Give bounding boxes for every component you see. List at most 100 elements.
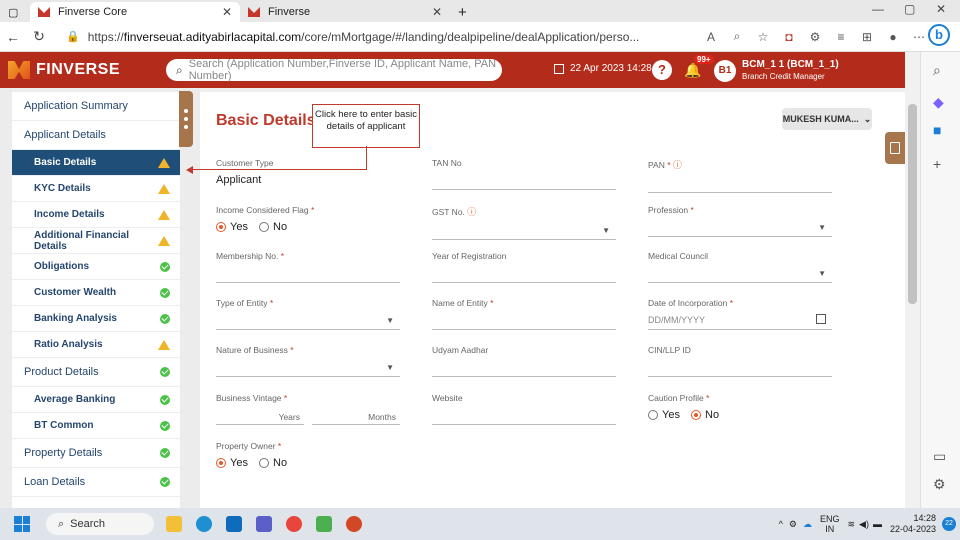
taskbar-search[interactable]: ⌕ Search <box>46 513 154 535</box>
caution-yes-radio[interactable]: Yes <box>648 409 680 421</box>
global-search-input[interactable]: ⌕ Search (Application Number,Finverse ID… <box>166 58 502 82</box>
outlook-icon[interactable] <box>226 516 242 532</box>
browser-tab-inactive[interactable]: Finverse ✕ <box>240 2 450 22</box>
url-field[interactable]: 🔒 https://finverseuat.adityabirlacapital… <box>58 26 698 48</box>
sidebar-item[interactable]: Average Banking <box>12 387 180 413</box>
document-panel-icon[interactable] <box>885 132 905 164</box>
volume-icon[interactable]: ◀) <box>859 519 869 530</box>
wifi-icon[interactable]: ≋ <box>847 519 855 530</box>
tray-chevron-icon[interactable]: ^ <box>779 519 783 529</box>
sidebar-item[interactable]: BT Common <box>12 413 180 439</box>
collapse-handle[interactable] <box>179 91 193 147</box>
required-mark: * <box>310 205 315 215</box>
refresh-icon[interactable]: ↻ <box>26 28 52 45</box>
tray-app-icon[interactable]: ⚙ <box>789 519 797 530</box>
bing-icon[interactable]: b <box>928 24 950 46</box>
calendar-icon[interactable] <box>816 314 826 324</box>
membership-no-input[interactable] <box>216 267 400 283</box>
vintage-years-input[interactable]: Years <box>216 409 304 425</box>
sidebar-item[interactable]: Property Details <box>12 439 180 468</box>
language-indicator[interactable]: ENG IN <box>820 514 840 534</box>
edge-shopping-icon[interactable]: ◆ <box>933 94 944 111</box>
name-entity-input[interactable] <box>432 314 616 330</box>
sidebar-item[interactable]: Obligations <box>12 254 180 280</box>
tan-no-input[interactable] <box>432 174 616 190</box>
network-app-icon[interactable] <box>316 516 332 532</box>
clock-time: 14:28 <box>913 513 936 523</box>
info-icon[interactable]: ⓘ <box>467 207 476 217</box>
sidebar-item[interactable]: Customer Wealth <box>12 280 180 306</box>
zoom-icon[interactable]: ⌕ <box>724 29 750 44</box>
income-flag-yes-radio[interactable]: Yes <box>216 221 248 233</box>
collections-icon[interactable]: ⊞ <box>854 30 880 44</box>
restore-icon[interactable]: ▢ <box>904 2 915 16</box>
close-tab-icon[interactable]: ✕ <box>222 5 232 19</box>
sidebar-item[interactable]: Basic Details <box>12 150 180 176</box>
extensions-icon[interactable]: ⚙ <box>802 30 828 44</box>
sidebar-item[interactable]: Income Details <box>12 202 180 228</box>
minimize-icon[interactable]: — <box>872 2 884 16</box>
browser-tab-active[interactable]: Finverse Core ✕ <box>30 2 240 22</box>
windows-start-icon[interactable] <box>14 516 30 532</box>
onedrive-icon[interactable]: ☁ <box>803 519 812 530</box>
sidebar-item[interactable]: Ratio Analysis <box>12 332 180 358</box>
edge-add-icon[interactable]: + <box>933 156 941 172</box>
sidebar-item[interactable]: Product Details <box>12 358 180 387</box>
bell-icon[interactable]: 🔔 <box>684 62 701 79</box>
user-dropdown[interactable]: MUKESH KUMA... ⌄ <box>782 108 872 130</box>
favorite-icon[interactable]: ☆ <box>750 30 776 44</box>
profession-select[interactable]: ▼ <box>648 221 832 237</box>
edge-settings-icon[interactable]: ⚙ <box>933 476 946 493</box>
sidebar-item[interactable]: KYC Details <box>12 176 180 202</box>
sidebar-item[interactable]: Application Summary <box>12 92 180 121</box>
notification-count-badge[interactable]: 22 <box>942 517 956 531</box>
udyam-input[interactable] <box>432 361 616 377</box>
taskbar-clock[interactable]: 14:28 22-04-2023 <box>890 513 936 535</box>
profile-icon[interactable]: ● <box>880 30 906 44</box>
teams-icon[interactable] <box>256 516 272 532</box>
caution-no-radio[interactable]: No <box>691 409 719 421</box>
sidebar-item[interactable]: Banking Analysis <box>12 306 180 332</box>
file-explorer-icon[interactable] <box>166 516 182 532</box>
tab-actions-icon[interactable]: ▢ <box>0 2 30 22</box>
chrome-icon[interactable] <box>286 516 302 532</box>
back-icon[interactable]: ← <box>0 29 26 45</box>
sidebar-item[interactable]: Loan Details <box>12 468 180 497</box>
read-aloud-icon[interactable]: A <box>698 30 724 44</box>
avatar[interactable]: B1 <box>714 60 736 82</box>
edge-outlook-icon[interactable]: ■ <box>933 122 941 138</box>
close-window-icon[interactable]: ✕ <box>936 2 946 16</box>
property-owner-no-radio[interactable]: No <box>259 457 287 469</box>
main-content: Basic Details Click here to enter basic … <box>200 88 905 508</box>
sidebar-item[interactable]: Additional Financial Details <box>12 228 180 254</box>
extension-shield-icon[interactable]: ◘ <box>776 30 802 44</box>
nature-business-select[interactable]: ▼ <box>216 361 400 377</box>
user-name[interactable]: BCM_1 1 (BCM_1_1) <box>742 59 839 70</box>
scrollbar-thumb[interactable] <box>908 104 917 304</box>
medical-council-select[interactable]: ▼ <box>648 267 832 283</box>
close-tab-icon[interactable]: ✕ <box>432 5 442 19</box>
powerpoint-icon[interactable] <box>346 516 362 532</box>
year-registration-input[interactable] <box>432 267 616 283</box>
vintage-months-input[interactable]: Months <box>312 409 400 425</box>
date-incorporation-input[interactable]: DD/MM/YYYY <box>648 314 832 330</box>
info-icon[interactable]: ⓘ <box>673 160 682 170</box>
page-scrollbar[interactable] <box>905 52 920 508</box>
dropdown-caret-icon: ▼ <box>386 316 394 325</box>
type-entity-select[interactable]: ▼ <box>216 314 400 330</box>
pan-input[interactable] <box>648 177 832 193</box>
callout-annotation: Click here to enter basic details of app… <box>312 104 420 148</box>
gst-no-select[interactable]: ▼ <box>432 224 616 240</box>
edge-browser-icon[interactable] <box>196 516 212 532</box>
sidebar-item[interactable]: Applicant Details <box>12 121 180 150</box>
new-tab-icon[interactable]: + <box>450 2 474 22</box>
help-icon[interactable]: ? <box>652 60 672 80</box>
edge-search-icon[interactable]: ⌕ <box>933 62 941 79</box>
income-flag-no-radio[interactable]: No <box>259 221 287 233</box>
property-owner-yes-radio[interactable]: Yes <box>216 457 248 469</box>
favorites-icon[interactable]: ≡ <box>828 30 854 44</box>
edge-sidebar-toggle-icon[interactable]: ▭ <box>933 448 946 465</box>
battery-icon[interactable]: ▬ <box>873 519 882 529</box>
website-input[interactable] <box>432 409 616 425</box>
cin-input[interactable] <box>648 361 832 377</box>
